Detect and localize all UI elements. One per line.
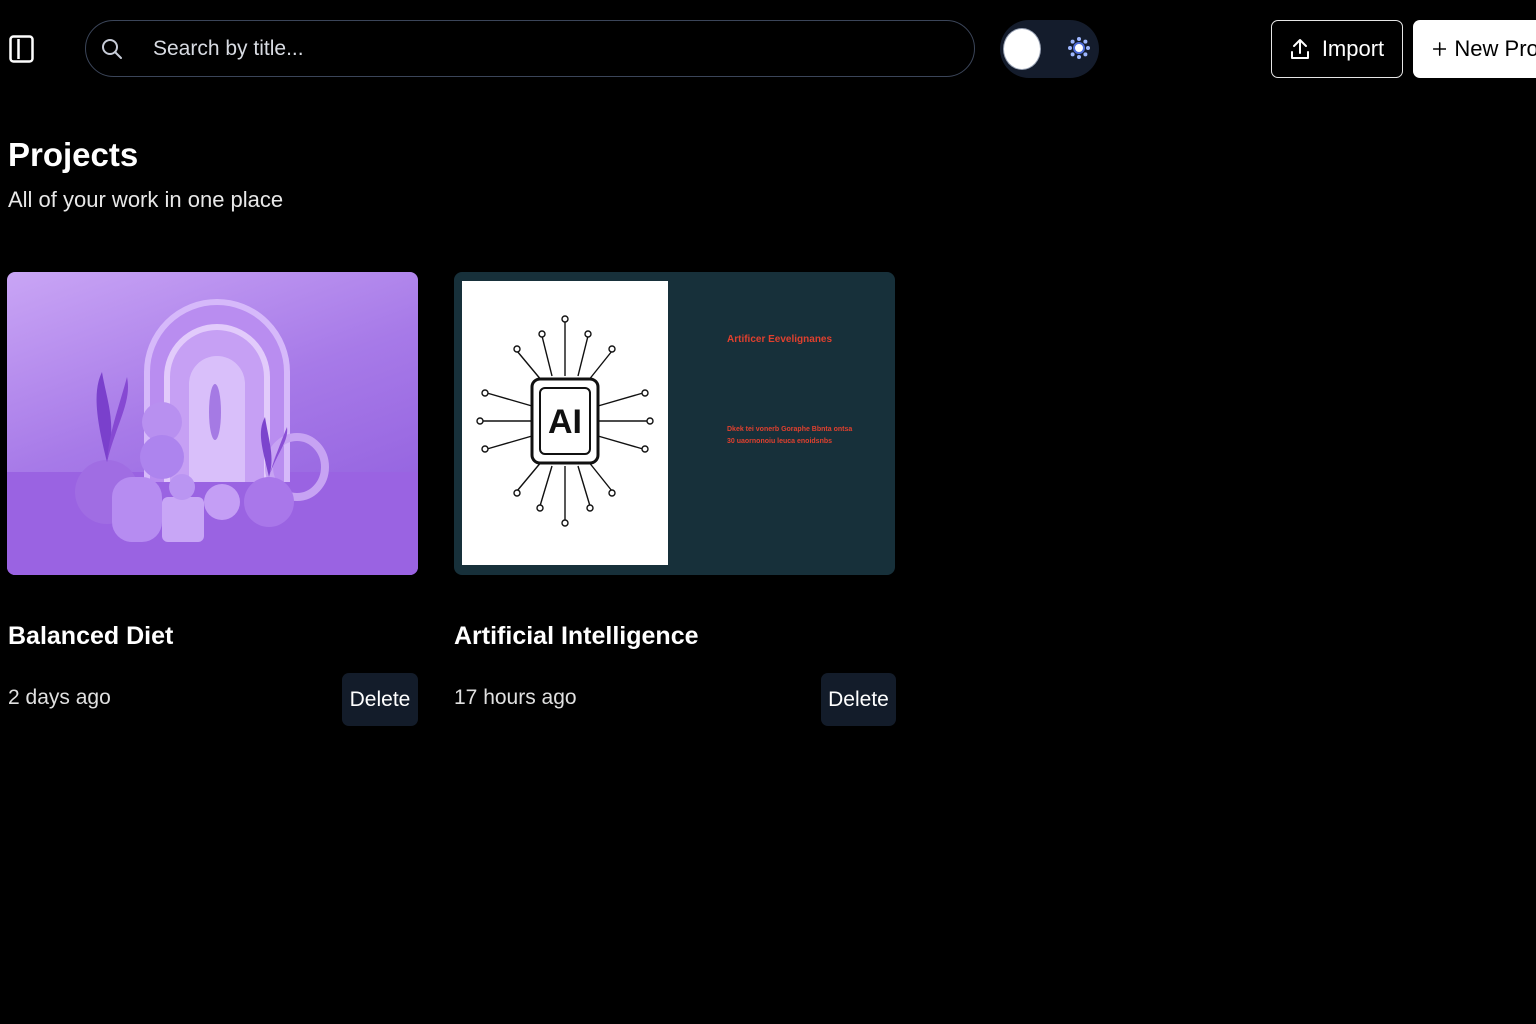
purple-scene-image	[7, 299, 418, 575]
slide-body-text: Dkek tei vonerb Goraphe Bbnta ontsa 30 u…	[727, 426, 853, 445]
delete-button[interactable]: Delete	[821, 673, 896, 726]
project-title[interactable]: Artificial Intelligence	[454, 622, 699, 651]
new-project-button[interactable]: New Project	[1413, 20, 1536, 78]
slide-heading: Artificer Eevelignanes	[727, 334, 833, 345]
chip-label: AI	[548, 403, 582, 441]
toggle-knob	[1004, 29, 1040, 69]
project-thumbnail-artificial-intelligence[interactable]: AI Artificer Eevelignanes Dkek tei voner…	[454, 272, 895, 575]
new-project-label: New Project	[1454, 36, 1536, 61]
slide-image-panel: AI	[462, 281, 668, 565]
sun-icon	[1067, 36, 1091, 60]
search-icon	[101, 38, 123, 60]
sidebar-toggle-button[interactable]	[9, 35, 34, 63]
import-label: Import	[1321, 36, 1385, 61]
project-timestamp: 17 hours ago	[454, 686, 577, 709]
project-thumbnail-balanced-diet[interactable]	[7, 272, 418, 575]
search-bar[interactable]	[85, 20, 975, 77]
theme-toggle[interactable]	[1000, 20, 1099, 78]
delete-button[interactable]: Delete	[342, 673, 418, 726]
sidebar-icon	[9, 35, 34, 63]
import-button[interactable]: Import	[1271, 20, 1403, 78]
page-title: Projects	[8, 136, 139, 173]
plus-icon	[1433, 42, 1447, 56]
upload-icon	[1290, 39, 1309, 59]
project-timestamp: 2 days ago	[8, 686, 111, 709]
project-title[interactable]: Balanced Diet	[8, 622, 173, 651]
search-input[interactable]	[151, 35, 974, 62]
page-subtitle: All of your work in one place	[8, 187, 284, 212]
